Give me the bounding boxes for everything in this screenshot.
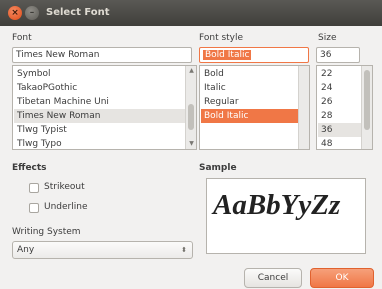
window-title: Select Font — [46, 7, 110, 18]
cancel-button[interactable]: Cancel — [244, 268, 302, 288]
sample-preview: AaBbYyZz — [206, 178, 366, 254]
font-style-entry[interactable]: Bold Italic — [199, 47, 309, 63]
ok-button[interactable]: OK — [310, 268, 374, 288]
size-list-item[interactable]: 48 — [318, 137, 361, 149]
size-list[interactable]: 22 24 26 28 36 48 — [316, 65, 373, 150]
underline-checkbox[interactable] — [29, 203, 39, 213]
style-list-item[interactable]: Regular — [201, 95, 298, 109]
font-list-scrollbar[interactable]: ▲ ▼ — [185, 66, 196, 149]
style-list-item-selected[interactable]: Bold Italic — [201, 109, 298, 123]
close-icon[interactable]: × — [8, 6, 22, 20]
font-style-entry-text: Bold Italic — [203, 50, 252, 60]
font-list-item[interactable]: TakaoPGothic — [14, 81, 185, 95]
writing-system-combo[interactable]: Any ⬍ — [12, 241, 193, 259]
size-list-item-selected[interactable]: 36 — [318, 123, 361, 137]
effects-heading: Effects — [12, 163, 47, 173]
size-label: Size — [318, 33, 337, 43]
size-list-item[interactable]: 22 — [318, 67, 361, 81]
font-list-item[interactable]: Tibetan Machine Uni — [14, 95, 185, 109]
font-list-item[interactable]: Tlwg Typist — [14, 123, 185, 137]
chevron-up-icon[interactable]: ▲ — [187, 67, 196, 75]
strikeout-checkbox[interactable] — [29, 183, 39, 193]
font-style-label: Font style — [199, 33, 244, 43]
updown-caret-icon: ⬍ — [181, 246, 187, 254]
minimize-icon[interactable]: – — [25, 6, 39, 20]
font-entry[interactable]: Times New Roman — [12, 47, 192, 63]
font-style-list[interactable]: Bold Italic Regular Bold Italic — [199, 65, 310, 150]
style-list-scrollbar[interactable] — [298, 66, 309, 149]
size-list-item[interactable]: 28 — [318, 109, 361, 123]
font-list-scroll-thumb[interactable] — [188, 104, 194, 130]
sample-heading: Sample — [199, 163, 237, 173]
size-list-item[interactable]: 24 — [318, 81, 361, 95]
style-list-item[interactable]: Italic — [201, 81, 298, 95]
underline-label[interactable]: Underline — [44, 202, 87, 212]
sample-text: AaBbYyZz — [213, 189, 341, 221]
font-label: Font — [12, 33, 32, 43]
size-list-item[interactable]: 26 — [318, 95, 361, 109]
font-list[interactable]: Symbol TakaoPGothic Tibetan Machine Uni … — [12, 65, 197, 150]
font-list-item[interactable]: Symbol — [14, 67, 185, 81]
writing-system-label: Writing System — [12, 227, 81, 237]
strikeout-label[interactable]: Strikeout — [44, 182, 85, 192]
writing-system-value: Any — [17, 245, 35, 255]
title-bar: × – Select Font — [0, 0, 382, 26]
style-list-item[interactable]: Bold — [201, 67, 298, 81]
font-list-item-selected[interactable]: Times New Roman — [14, 109, 185, 123]
font-list-item[interactable]: Tlwg Typo — [14, 137, 185, 149]
size-list-scrollbar[interactable] — [361, 66, 372, 149]
size-list-scroll-thumb[interactable] — [364, 70, 370, 130]
chevron-down-icon[interactable]: ▼ — [187, 140, 196, 148]
size-entry[interactable]: 36 — [316, 47, 360, 63]
